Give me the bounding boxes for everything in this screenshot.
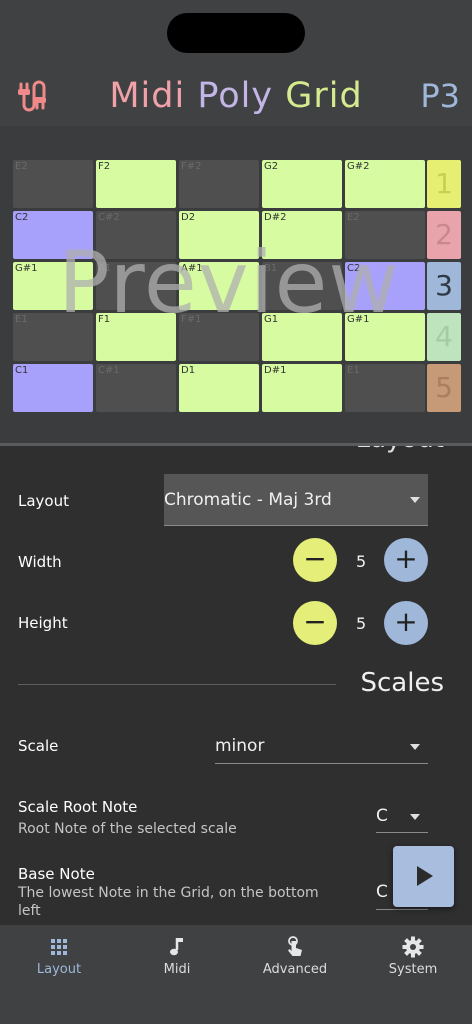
pad-note-label: D#2 bbox=[264, 212, 287, 223]
height-increment-button[interactable]: + bbox=[384, 601, 428, 645]
root-note-description: Root Note of the selected scale bbox=[18, 821, 237, 837]
pad-note-label: E2 bbox=[347, 212, 360, 223]
grid-icon bbox=[51, 939, 67, 955]
pad-note-label: C#2 bbox=[98, 212, 120, 223]
touch-icon bbox=[288, 936, 302, 956]
pad-note-label: E1 bbox=[15, 314, 28, 325]
width-value: 5 bbox=[356, 552, 367, 571]
music-note-icon bbox=[170, 938, 183, 956]
grid-pad[interactable]: E2 bbox=[13, 160, 93, 208]
play-button[interactable] bbox=[393, 846, 454, 907]
bank-button-4[interactable]: 4 bbox=[427, 313, 461, 361]
nav-tab-system[interactable]: System bbox=[354, 925, 472, 989]
bottom-navigation: Layout Midi Advanced System bbox=[0, 925, 472, 1024]
layout-label: Layout bbox=[18, 492, 69, 510]
chevron-down-icon bbox=[410, 813, 420, 820]
scale-dropdown[interactable]: minor bbox=[215, 730, 428, 764]
height-label: Height bbox=[18, 614, 68, 632]
height-decrement-button[interactable]: − bbox=[293, 601, 337, 645]
grid-pad[interactable]: F2 bbox=[96, 160, 176, 208]
width-increment-button[interactable]: + bbox=[384, 538, 428, 582]
width-label: Width bbox=[18, 553, 62, 571]
pad-note-label: D1 bbox=[181, 365, 196, 376]
preset-indicator[interactable]: P3 bbox=[420, 76, 460, 116]
nav-tab-advanced[interactable]: Advanced bbox=[236, 925, 354, 989]
pad-note-label: F#2 bbox=[181, 161, 202, 172]
grid-pad[interactable]: G#2 bbox=[345, 160, 425, 208]
scales-section-heading: Scales bbox=[360, 668, 445, 698]
bank-button-2[interactable]: 2 bbox=[427, 211, 461, 259]
pad-note-label: G#1 bbox=[15, 263, 38, 274]
app-bar: Midi Poly Grid P3 bbox=[0, 0, 472, 126]
scale-dropdown-value: minor bbox=[215, 736, 265, 756]
height-value: 5 bbox=[356, 614, 367, 633]
root-note-value: C bbox=[376, 806, 388, 826]
pad-note-label: E2 bbox=[15, 161, 28, 172]
nav-label-advanced: Advanced bbox=[262, 962, 328, 977]
grid-pad[interactable]: C1 bbox=[13, 364, 93, 412]
nav-label-layout: Layout bbox=[36, 962, 82, 977]
pad-note-label: G#2 bbox=[347, 161, 370, 172]
layout-dropdown-value: Chromatic - Maj 3rd bbox=[164, 490, 332, 510]
base-note-description-1: The lowest Note in the Grid, on the bott… bbox=[18, 885, 319, 901]
pad-note-label: G2 bbox=[264, 161, 279, 172]
base-note-description-2: left bbox=[18, 903, 41, 919]
chevron-down-icon bbox=[410, 496, 420, 503]
title-word-poly: Poly bbox=[197, 76, 274, 116]
app-screen: Midi Poly Grid P3 E2 F2 F#2 G2 G#2 C2 C#2 D2 D#2… bbox=[0, 0, 472, 1024]
pad-note-label: C#1 bbox=[98, 365, 120, 376]
root-note-dropdown[interactable]: C bbox=[376, 801, 428, 833]
grid-pad[interactable]: G2 bbox=[262, 160, 342, 208]
play-icon bbox=[417, 866, 433, 886]
grid-pad[interactable]: C#1 bbox=[96, 364, 176, 412]
title-word-midi: Midi bbox=[109, 76, 186, 116]
layout-section-heading: Layout bbox=[356, 446, 444, 454]
bank-button-1[interactable]: 1 bbox=[427, 160, 461, 208]
grid-pad[interactable]: F#2 bbox=[179, 160, 259, 208]
base-note-value: C bbox=[376, 882, 388, 902]
camera-notch bbox=[167, 13, 305, 53]
nav-tab-layout[interactable]: Layout bbox=[0, 925, 118, 989]
gear-icon bbox=[402, 936, 424, 958]
pad-note-label: D#1 bbox=[264, 365, 287, 376]
grid-pad[interactable]: E1 bbox=[345, 364, 425, 412]
nav-tab-midi[interactable]: Midi bbox=[118, 925, 236, 989]
chevron-down-icon bbox=[410, 743, 420, 750]
scale-label: Scale bbox=[18, 737, 59, 755]
grid-pad[interactable]: D#1 bbox=[262, 364, 342, 412]
section-divider bbox=[18, 684, 336, 685]
pad-note-label: F2 bbox=[98, 161, 111, 172]
preview-watermark: Preview bbox=[58, 233, 400, 333]
pad-note-label: D2 bbox=[181, 212, 196, 223]
grid-pad[interactable]: D1 bbox=[179, 364, 259, 412]
bank-button-3[interactable]: 3 bbox=[427, 262, 461, 310]
title-word-grid: Grid bbox=[285, 76, 363, 116]
app-title: Midi Poly Grid bbox=[0, 74, 472, 118]
root-note-label: Scale Root Note bbox=[18, 798, 138, 816]
width-decrement-button[interactable]: − bbox=[293, 538, 337, 582]
bank-button-5[interactable]: 5 bbox=[427, 364, 461, 412]
pad-note-label: C2 bbox=[15, 212, 29, 223]
pad-note-label: C1 bbox=[15, 365, 29, 376]
layout-dropdown[interactable]: Chromatic - Maj 3rd bbox=[164, 474, 428, 526]
nav-label-midi: Midi bbox=[163, 962, 191, 977]
nav-label-system: System bbox=[388, 962, 438, 977]
base-note-label: Base Note bbox=[18, 865, 95, 883]
pad-note-label: E1 bbox=[347, 365, 360, 376]
